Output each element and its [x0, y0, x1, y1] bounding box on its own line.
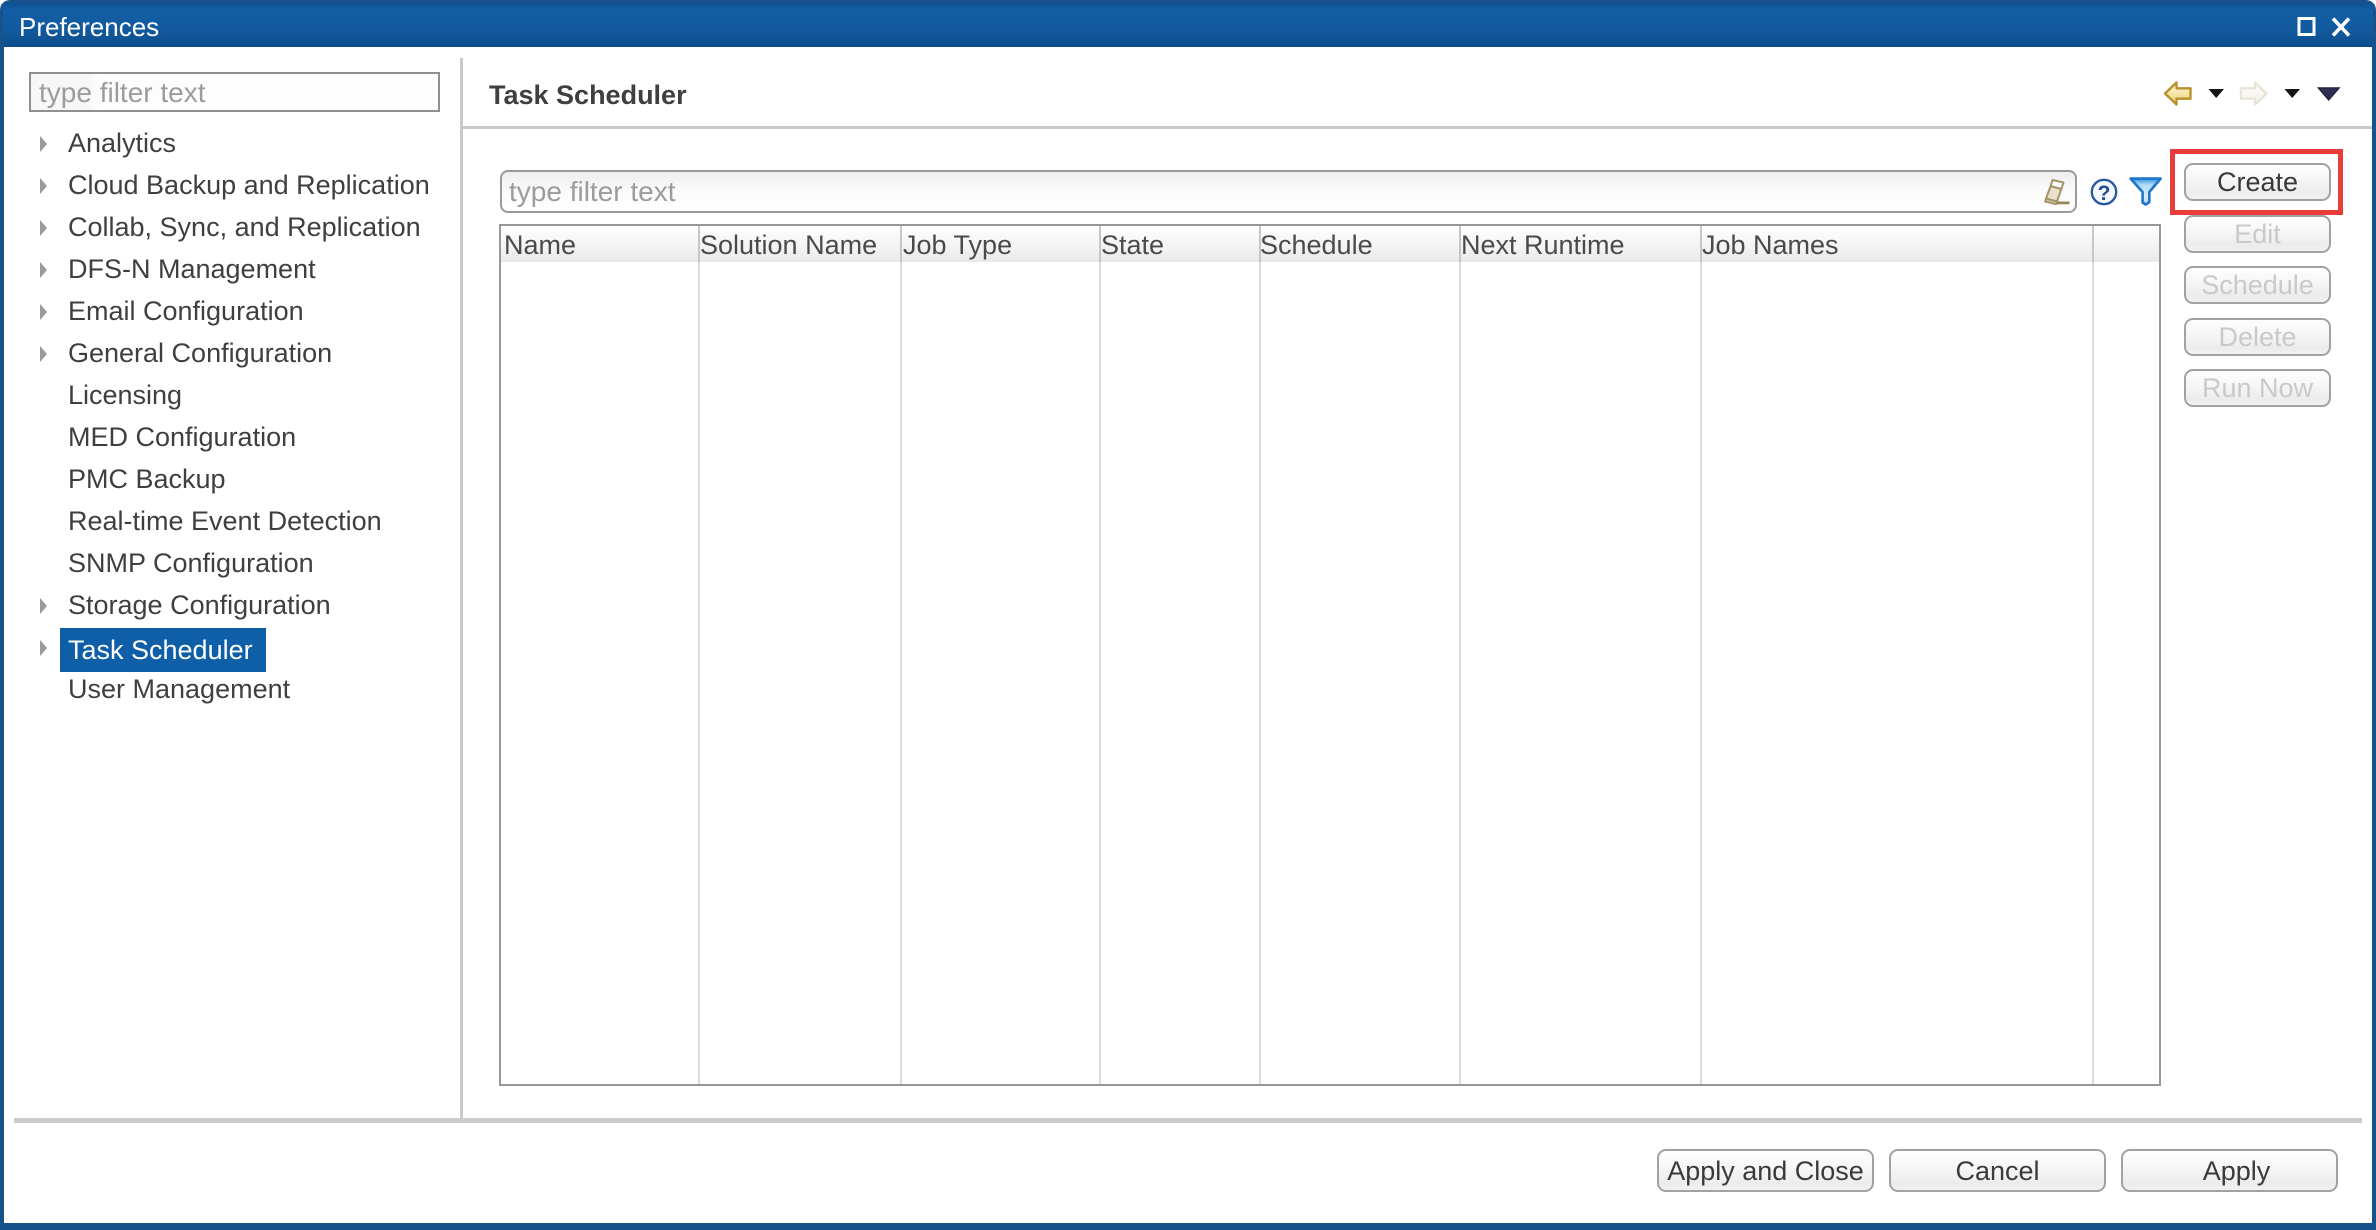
svg-text:?: ?	[2098, 182, 2111, 205]
